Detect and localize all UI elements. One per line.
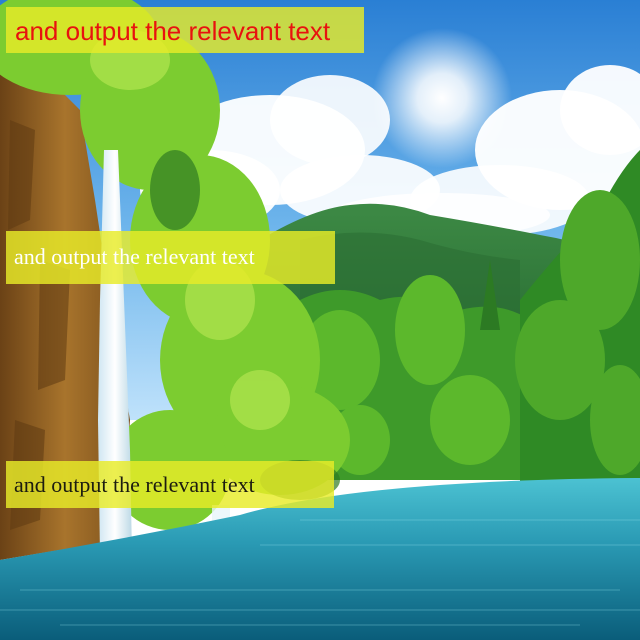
caption-bottom-text: and output the relevant text xyxy=(14,472,255,497)
caption-bottom: and output the relevant text xyxy=(6,461,334,508)
landscape-photo xyxy=(0,0,640,640)
caption-top: and output the relevant text xyxy=(6,7,364,53)
caption-top-text: and output the relevant text xyxy=(15,16,331,46)
caption-middle-text: and output the relevant text xyxy=(14,244,255,269)
caption-middle: and output the relevant text xyxy=(6,231,335,284)
